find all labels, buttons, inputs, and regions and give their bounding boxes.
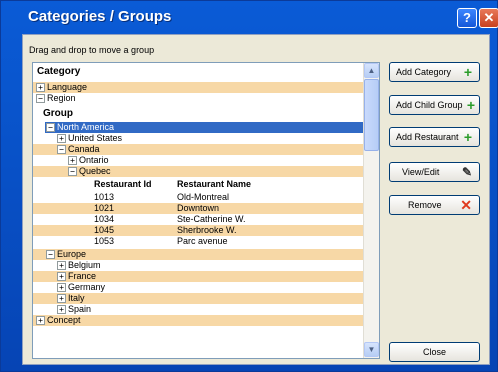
collapse-icon[interactable]: − xyxy=(46,123,55,132)
tree-row-label: United States xyxy=(68,133,123,143)
expand-icon[interactable]: + xyxy=(57,283,66,292)
add-child-group-button[interactable]: Add Child Group + xyxy=(389,95,480,115)
button-label: Remove xyxy=(408,200,442,210)
restaurant-row[interactable]: 1053 Parc avenue xyxy=(33,236,363,247)
restaurant-name: Old-Montreal xyxy=(177,192,230,202)
category-column-header: Category xyxy=(33,63,363,80)
title-bar[interactable]: Categories / Groups ? ✕ xyxy=(1,1,498,31)
tree-row-label: France xyxy=(68,271,97,281)
tree-row-region[interactable]: − Region xyxy=(33,93,363,104)
drag-hint: Drag and drop to move a group xyxy=(29,45,155,55)
group-column-header: Group xyxy=(43,108,73,119)
pencil-icon: ✎ xyxy=(461,165,472,179)
restaurant-row[interactable]: 1045 Sherbrooke W. xyxy=(33,225,363,236)
expand-icon[interactable]: + xyxy=(57,272,66,281)
expand-icon[interactable]: + xyxy=(57,294,66,303)
tree-row-quebec[interactable]: − Quebec xyxy=(33,166,363,177)
collapse-icon[interactable]: − xyxy=(36,94,45,103)
close-window-button[interactable]: ✕ xyxy=(479,8,498,28)
plus-icon: + xyxy=(463,64,472,80)
tree-vertical-scrollbar[interactable]: ▲ ▼ xyxy=(363,63,379,358)
remove-button[interactable]: Remove ✕ xyxy=(389,195,480,215)
tree-row-label: North America xyxy=(56,122,116,133)
categories-groups-window: Categories / Groups ? ✕ Drag and drop to… xyxy=(0,0,498,372)
collapse-icon[interactable]: − xyxy=(46,250,55,259)
restaurant-row[interactable]: 1021 Downtown xyxy=(33,203,363,214)
tree-row-north-america[interactable]: − North America xyxy=(45,122,363,133)
restaurant-name-header: Restaurant Name xyxy=(177,179,252,189)
restaurant-name: Sherbrooke W. xyxy=(177,225,237,235)
tree-row-europe[interactable]: − Europe xyxy=(33,249,363,260)
restaurant-id: 1013 xyxy=(94,192,115,202)
tree-row-france[interactable]: + France xyxy=(33,271,363,282)
help-button[interactable]: ? xyxy=(457,8,477,28)
button-label: Add Restaurant xyxy=(396,132,459,142)
collapse-icon[interactable]: − xyxy=(57,145,66,154)
tree-row-label: Language xyxy=(47,82,88,92)
expand-icon[interactable]: + xyxy=(57,305,66,314)
tree-row-concept[interactable]: + Concept xyxy=(33,315,363,326)
tree-row-belgium[interactable]: + Belgium xyxy=(33,260,363,271)
tree-row-united-states[interactable]: + United States xyxy=(33,133,363,144)
tree-row-label: Canada xyxy=(68,144,100,154)
expand-icon[interactable]: + xyxy=(57,134,66,143)
tree-content: Category + Language − Region Group − Nor… xyxy=(33,63,363,358)
remove-x-icon: ✕ xyxy=(460,197,472,213)
button-label: Add Category xyxy=(396,67,452,77)
add-restaurant-button[interactable]: Add Restaurant + xyxy=(389,127,480,147)
tree-row-label: Spain xyxy=(68,304,92,314)
plus-icon: + xyxy=(466,97,475,113)
restaurant-id: 1053 xyxy=(94,236,115,246)
button-label: View/Edit xyxy=(402,167,440,177)
expand-icon[interactable]: + xyxy=(68,156,77,165)
tree-row-germany[interactable]: + Germany xyxy=(33,282,363,293)
expand-icon[interactable]: + xyxy=(36,83,45,92)
tree-row-ontario[interactable]: + Ontario xyxy=(33,155,363,166)
restaurant-id: 1021 xyxy=(94,203,115,213)
tree-row-label: Italy xyxy=(68,293,85,303)
add-category-button[interactable]: Add Category + xyxy=(389,62,480,82)
restaurant-id: 1034 xyxy=(94,214,115,224)
restaurant-row[interactable]: 1013 Old-Montreal xyxy=(33,192,363,203)
tree-row-label: Quebec xyxy=(79,166,111,176)
restaurant-row[interactable]: 1034 Ste-Catherine W. xyxy=(33,214,363,225)
view-edit-button[interactable]: View/Edit ✎ xyxy=(389,162,480,182)
tree-row-spain[interactable]: + Spain xyxy=(33,304,363,315)
button-label: Add Child Group xyxy=(396,100,463,110)
window-title: Categories / Groups xyxy=(28,8,172,25)
dialog-body: Drag and drop to move a group Category +… xyxy=(22,34,490,365)
restaurant-name: Downtown xyxy=(177,203,220,213)
plus-icon: + xyxy=(463,129,472,145)
collapse-icon[interactable]: − xyxy=(68,167,77,176)
tree-row-label: Ontario xyxy=(79,155,109,165)
tree-row-label: Region xyxy=(47,93,76,103)
restaurant-name: Parc avenue xyxy=(177,236,228,246)
restaurant-id: 1045 xyxy=(94,225,115,235)
tree-row-label: Concept xyxy=(47,315,81,325)
category-tree[interactable]: Category + Language − Region Group − Nor… xyxy=(32,62,380,359)
restaurant-id-header: Restaurant Id xyxy=(94,179,152,189)
restaurant-name: Ste-Catherine W. xyxy=(177,214,246,224)
scroll-down-icon[interactable]: ▼ xyxy=(364,342,379,357)
expand-icon[interactable]: + xyxy=(57,261,66,270)
expand-icon[interactable]: + xyxy=(36,316,45,325)
close-button[interactable]: Close xyxy=(389,342,480,362)
scroll-up-icon[interactable]: ▲ xyxy=(364,63,379,78)
tree-row-language[interactable]: + Language xyxy=(33,82,363,93)
scroll-thumb[interactable] xyxy=(364,79,379,151)
tree-row-canada[interactable]: − Canada xyxy=(33,144,363,155)
tree-row-label: Europe xyxy=(57,249,87,259)
tree-row-label: Belgium xyxy=(68,260,101,270)
tree-row-italy[interactable]: + Italy xyxy=(33,293,363,304)
tree-row-label: Germany xyxy=(68,282,106,292)
restaurant-table-header: Restaurant Id Restaurant Name xyxy=(33,178,363,191)
